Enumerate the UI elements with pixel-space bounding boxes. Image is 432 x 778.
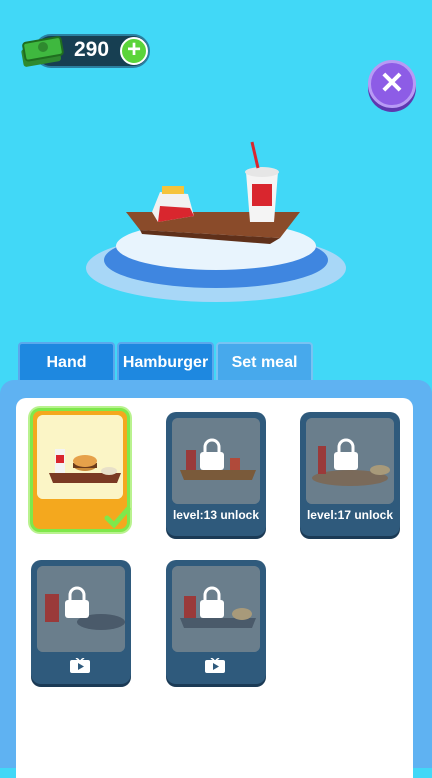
close-icon: ✕ — [379, 67, 405, 100]
item-card-ad-locked[interactable] — [166, 560, 266, 684]
item-panel: level:13 unlock level:17 unlock — [0, 380, 432, 778]
tab-set-meal[interactable]: Set meal — [216, 342, 313, 382]
item-card-selected[interactable] — [30, 408, 131, 532]
lock-icon — [200, 586, 224, 618]
plus-icon[interactable]: + — [120, 37, 148, 65]
meal-preview — [86, 141, 346, 302]
tab-hamburger[interactable]: Hamburger — [117, 342, 214, 382]
video-ad-icon — [70, 658, 90, 673]
lock-icon — [334, 438, 358, 470]
video-ad-icon — [205, 658, 225, 673]
unlock-requirement: level:13 unlock — [172, 508, 260, 522]
item-card-ad-locked[interactable] — [31, 560, 131, 684]
soda-cup — [245, 141, 279, 222]
currency-display: 290 + — [20, 32, 152, 70]
tab-hand[interactable]: Hand — [18, 342, 115, 382]
item-card-locked[interactable]: level:17 unlock — [300, 412, 400, 536]
lock-icon — [200, 438, 224, 470]
currency-amount: 290 — [74, 38, 110, 61]
check-icon — [104, 506, 131, 529]
set-meal-thumbnail — [37, 415, 123, 499]
cash-stack-icon — [21, 36, 64, 67]
item-card-locked[interactable]: level:13 unlock — [166, 412, 266, 536]
item-grid: level:13 unlock level:17 unlock — [16, 398, 413, 778]
fries-box — [152, 186, 194, 222]
unlock-requirement: level:17 unlock — [306, 508, 394, 522]
close-button[interactable]: ✕ — [368, 60, 416, 108]
lock-icon — [65, 586, 89, 618]
